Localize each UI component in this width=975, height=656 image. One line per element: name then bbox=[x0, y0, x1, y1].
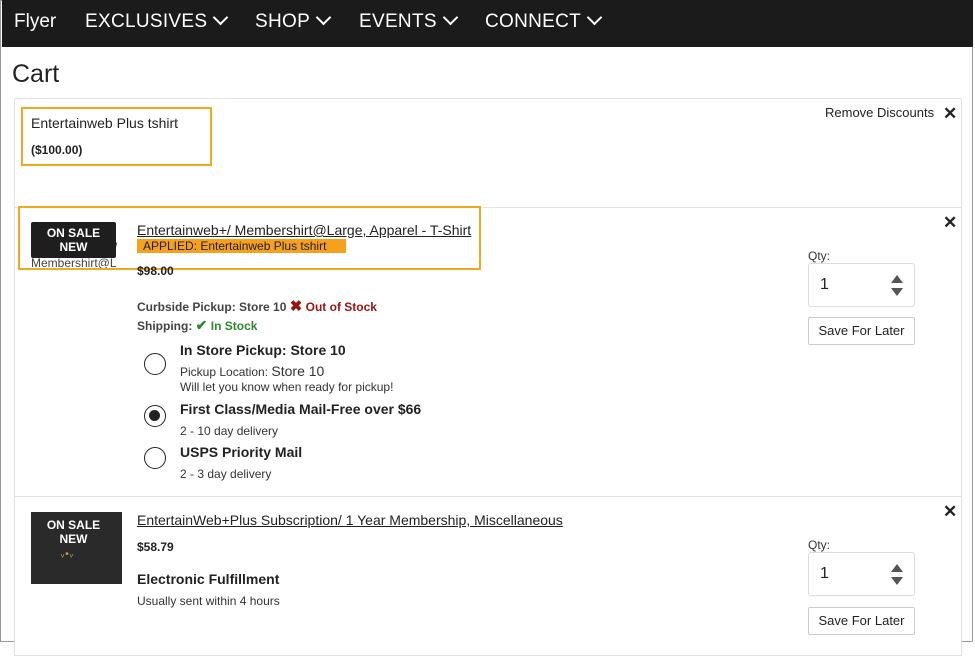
option-title: USPS Priority Mail bbox=[180, 444, 303, 460]
chevron-down-icon bbox=[442, 9, 459, 26]
in-stock-label: In Stock bbox=[210, 319, 258, 333]
brand-link[interactable]: Flyer bbox=[14, 11, 56, 33]
gold-ornament-icon: ᵥ•ᵥ bbox=[61, 549, 74, 560]
pickup-location-label: Pickup Location: bbox=[180, 365, 269, 379]
qty-label: Qty: bbox=[808, 538, 831, 552]
product-link[interactable]: EntertainWeb+Plus Subscription/ 1 Year M… bbox=[137, 512, 563, 528]
nav-item-label: CONNECT bbox=[485, 11, 582, 32]
remove-discounts-link[interactable]: Remove Discounts bbox=[825, 105, 934, 120]
green-check-icon: ✔ bbox=[195, 317, 208, 333]
quantity-value: 1 bbox=[820, 565, 829, 582]
nav-item-label: EVENTS bbox=[359, 11, 437, 32]
close-icon[interactable]: ✕ bbox=[943, 503, 957, 520]
radio-in-store-pickup[interactable] bbox=[144, 353, 166, 375]
option-delivery-time: 2 - 3 day delivery bbox=[180, 467, 272, 481]
increment-icon[interactable] bbox=[891, 564, 903, 572]
option-pickup-location: Pickup Location: Store 10 bbox=[180, 363, 324, 379]
discount-amount: ($100.00) bbox=[31, 143, 83, 157]
decrement-icon[interactable] bbox=[891, 577, 903, 585]
red-x-icon: ✖ bbox=[289, 298, 303, 315]
nav-item-shop[interactable]: SHOP bbox=[255, 9, 332, 33]
qty-label: Qty: bbox=[808, 249, 831, 263]
fulfillment-note: Usually sent within 4 hours bbox=[137, 594, 280, 608]
product-image[interactable]: ON SALE NEW ᵥ•ᵥ bbox=[31, 512, 122, 584]
nav-item-events[interactable]: EVENTS bbox=[359, 9, 459, 33]
item-price: $58.79 bbox=[137, 540, 174, 554]
option-delivery-time: 2 - 10 day delivery bbox=[180, 424, 279, 438]
chevron-down-icon bbox=[586, 9, 603, 26]
option-title: First Class/Media Mail-Free over $66 bbox=[180, 401, 422, 417]
nav-item-exclusives[interactable]: EXCLUSIVES bbox=[85, 9, 229, 33]
nav-item-connect[interactable]: CONNECT bbox=[485, 9, 603, 33]
top-nav: Flyer EXCLUSIVES SHOP EVENTS CONNECT bbox=[2, 0, 973, 47]
save-for-later-button[interactable]: Save For Later bbox=[808, 607, 915, 635]
save-for-later-button[interactable]: Save For Later bbox=[808, 317, 915, 345]
nav-item-label: EXCLUSIVES bbox=[85, 11, 208, 32]
curbside-pickup-status: Curbside Pickup: Store 10 ✖ Out of Stock bbox=[137, 297, 377, 315]
shipping-status: Shipping: ✔ In Stock bbox=[137, 317, 257, 334]
shipping-label: Shipping: bbox=[137, 319, 193, 333]
product-link[interactable]: Entertainweb+/ Membershirt@Large, Appare… bbox=[137, 222, 471, 238]
fulfillment-type: Electronic Fulfillment bbox=[137, 571, 280, 587]
page-title: Cart bbox=[12, 60, 60, 88]
nav-item-label: SHOP bbox=[255, 11, 311, 32]
applied-discount-badge: APPLIED: Entertainweb Plus tshirt bbox=[137, 239, 346, 253]
curbside-label: Curbside Pickup: Store 10 bbox=[137, 300, 287, 314]
out-of-stock-label: Out of Stock bbox=[305, 300, 377, 314]
radio-usps-priority[interactable] bbox=[144, 447, 166, 469]
radio-first-class[interactable] bbox=[144, 405, 166, 427]
radio-selected-dot bbox=[149, 410, 160, 421]
sale-badge: ON SALE NEW bbox=[31, 512, 116, 548]
badge-line-sale: ON SALE bbox=[46, 518, 101, 532]
badge-line-new: NEW bbox=[59, 532, 88, 546]
increment-icon[interactable] bbox=[891, 275, 903, 283]
discount-name: Entertainweb Plus tshirt bbox=[31, 115, 179, 131]
chevron-down-icon bbox=[315, 9, 332, 26]
option-note: Will let you know when ready for pickup! bbox=[180, 380, 394, 394]
quantity-stepper[interactable]: 1 bbox=[808, 263, 915, 307]
quantity-stepper[interactable]: 1 bbox=[808, 552, 915, 596]
close-icon[interactable]: ✕ bbox=[943, 105, 957, 122]
pickup-location-value: Store 10 bbox=[271, 363, 325, 379]
decrement-icon[interactable] bbox=[891, 288, 903, 296]
option-title: In Store Pickup: Store 10 bbox=[180, 342, 346, 358]
close-icon[interactable]: ✕ bbox=[943, 214, 957, 231]
item-price: $98.00 bbox=[137, 264, 174, 278]
applied-discount-highlight bbox=[18, 206, 481, 270]
chevron-down-icon bbox=[213, 9, 229, 26]
quantity-value: 1 bbox=[820, 276, 829, 293]
